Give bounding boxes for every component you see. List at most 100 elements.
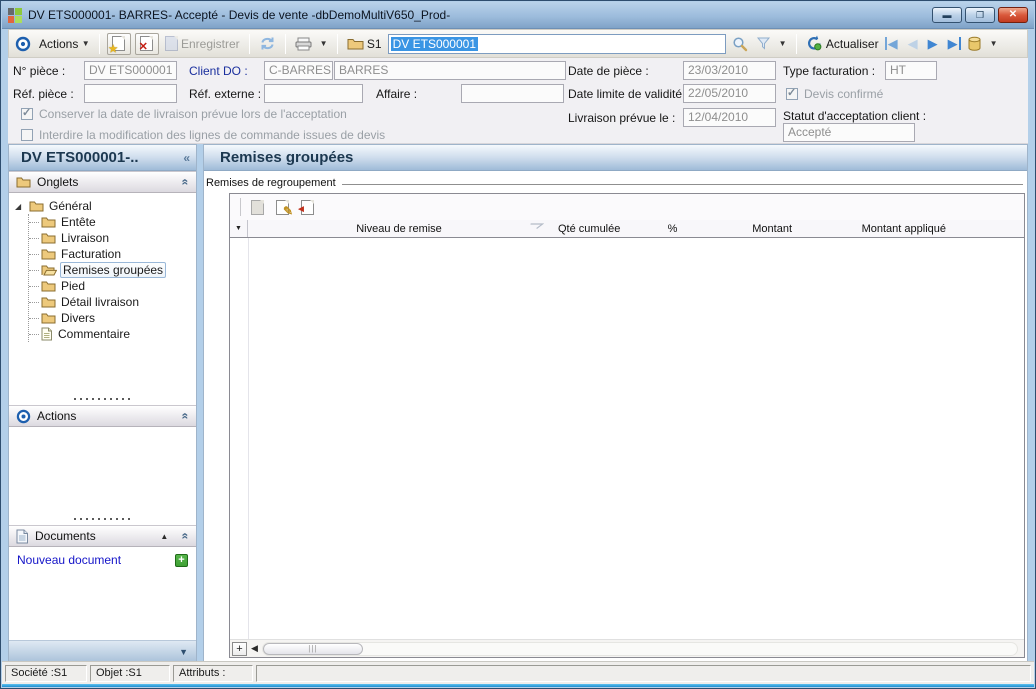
folder-icon	[41, 232, 56, 244]
refresh-button[interactable]: Actualiser	[804, 35, 881, 52]
column-header-niveau-de-remise[interactable]: Niveau de remise	[248, 220, 550, 237]
tree-node-divers[interactable]: Divers	[29, 310, 192, 326]
devis-confirme-label: Devis confirmé	[804, 87, 883, 101]
content-area: DV ETS000001-.. « Onglets « ◢ Général En…	[8, 144, 1028, 663]
row-selector-header[interactable]: ▼	[230, 220, 248, 237]
next-record-button[interactable]: ▶	[925, 37, 941, 50]
collapse-panel-icon[interactable]: «	[179, 179, 193, 186]
filter-dropdown-button[interactable]: ▼	[777, 40, 789, 48]
save-button: Enregistrer	[163, 36, 242, 51]
column-header-montant[interactable]: Montant	[700, 220, 800, 237]
panel-header-actions[interactable]: Actions «	[9, 405, 196, 427]
column-label: Montant appliqué	[862, 223, 946, 235]
tree-node-label: Commentaire	[58, 327, 130, 341]
search-button[interactable]	[730, 36, 750, 52]
refresh-icon	[806, 35, 823, 52]
scrollbar-thumb[interactable]: |||	[263, 643, 363, 655]
column-header-qte-cumulee[interactable]: Qté cumulée	[550, 220, 645, 237]
print-dropdown-button[interactable]: ▼	[318, 40, 330, 48]
panel-header-onglets[interactable]: Onglets «	[9, 171, 196, 193]
page-title: Remises groupées	[220, 149, 353, 166]
site-selector[interactable]: S1	[345, 37, 384, 51]
horizontal-scrollbar[interactable]: |||	[262, 642, 1018, 656]
toolbar-separator	[796, 34, 797, 54]
record-reference-value: DV ETS000001	[391, 37, 478, 51]
tree-node-pied[interactable]: Pied	[29, 278, 192, 294]
minimize-button[interactable]: ▬	[932, 7, 962, 23]
tree-node-general[interactable]: ◢ Général	[15, 198, 192, 214]
actions-menu-button[interactable]: Actions ▼	[37, 37, 92, 51]
sync-button[interactable]	[257, 36, 278, 51]
client-do-code-field: C-BARRES	[264, 61, 333, 80]
conserver-date-label: Conserver la date de livraison prévue lo…	[39, 107, 347, 121]
previous-record-button[interactable]: ◀	[905, 37, 921, 50]
chevron-down-icon: ▼	[320, 40, 328, 48]
panel-splitter[interactable]	[9, 393, 196, 405]
selector-dropdown-icon: ▼	[235, 225, 242, 232]
last-record-button[interactable]: ▶	[945, 37, 961, 50]
app-icon	[8, 8, 22, 22]
add-document-button[interactable]: +	[175, 554, 188, 567]
target-icon	[16, 409, 31, 424]
grid-edit-line-button[interactable]: ✎	[274, 200, 291, 215]
database-dropdown-button[interactable]: ▼	[988, 40, 1000, 48]
type-facturation-field: HT	[885, 61, 937, 80]
tree-node-detail-livraison[interactable]: Détail livraison	[29, 294, 192, 310]
tree-node-label: Divers	[61, 311, 95, 325]
livraison-prevue-field: 12/04/2010	[683, 108, 776, 127]
tree-node-commentaire[interactable]: Commentaire	[29, 326, 192, 342]
column-header-montant-applique[interactable]: Montant appliqué	[800, 220, 960, 237]
date-limite-label: Date limite de validité :	[568, 87, 689, 101]
refresh-label: Actualiser	[826, 37, 879, 51]
restore-button[interactable]: ❐	[965, 7, 995, 23]
collapse-sidebar-icon[interactable]: «	[183, 151, 190, 165]
tree-node-facturation[interactable]: Facturation	[29, 246, 192, 262]
conserver-date-checkbox	[21, 108, 33, 120]
new-record-button[interactable]: ★	[107, 33, 131, 55]
print-button[interactable]	[293, 37, 314, 51]
filter-funnel-icon	[756, 36, 771, 51]
expander-icon[interactable]: ◢	[15, 202, 24, 211]
sort-filter-icon[interactable]	[530, 222, 544, 235]
main-toolbar: Actions ▼ ★ ✕ Enregistrer	[8, 29, 1028, 58]
database-button[interactable]	[965, 36, 984, 52]
tree-node-label: Facturation	[61, 247, 121, 261]
record-reference-input[interactable]: DV ETS000001	[388, 34, 726, 54]
add-row-button[interactable]: +	[232, 642, 247, 656]
client-do-label[interactable]: Client DO :	[189, 64, 248, 78]
tree-node-entete[interactable]: Entête	[29, 214, 192, 230]
client-do-name-field: BARRES	[334, 61, 566, 80]
filter-button[interactable]	[754, 36, 773, 51]
panel-header-documents[interactable]: Documents ▲ «	[9, 525, 196, 547]
tree-node-label: Livraison	[61, 231, 109, 245]
interdire-modification-label: Interdire la modification des lignes de …	[39, 128, 385, 142]
scroll-up-icon[interactable]: ▲	[160, 532, 168, 541]
devis-confirme-checkbox	[786, 88, 798, 100]
column-label: %	[668, 223, 678, 235]
toolbar-separator	[249, 34, 250, 54]
folder-icon	[16, 176, 31, 188]
type-facturation-label: Type facturation :	[783, 64, 875, 78]
panel-splitter[interactable]	[9, 513, 196, 525]
main-panel-header: Remises groupées	[204, 145, 1027, 171]
tree-node-label: Remises groupées	[60, 262, 166, 278]
scroll-left-icon[interactable]: ◀	[249, 643, 260, 654]
interdire-modification-checkbox	[21, 129, 33, 141]
column-header-pourcent[interactable]: %	[645, 220, 700, 237]
toolbar-separator	[240, 198, 241, 216]
tree-node-remises-groupees[interactable]: Remises groupées	[29, 262, 192, 278]
tree-node-label: Général	[49, 199, 92, 213]
tree-node-livraison[interactable]: Livraison	[29, 230, 192, 246]
delete-record-button[interactable]: ✕	[135, 33, 159, 55]
first-record-button[interactable]: ◀	[885, 37, 901, 50]
main-panel-body: Remises de regroupement ✎ ◄	[204, 171, 1027, 662]
livraison-prevue-label: Livraison prévue le :	[568, 111, 675, 125]
grid-detail-button[interactable]: ◄	[299, 200, 316, 215]
title-bar[interactable]: DV ETS000001- BARRES- Accepté - Devis de…	[2, 2, 1034, 29]
close-button[interactable]: ✕	[998, 7, 1028, 23]
collapse-panel-icon[interactable]: «	[179, 533, 193, 540]
open-folder-icon	[41, 264, 57, 276]
scroll-down-icon[interactable]: ▼	[179, 647, 188, 657]
new-document-link[interactable]: Nouveau document	[17, 553, 121, 567]
collapse-panel-icon[interactable]: «	[179, 413, 193, 420]
